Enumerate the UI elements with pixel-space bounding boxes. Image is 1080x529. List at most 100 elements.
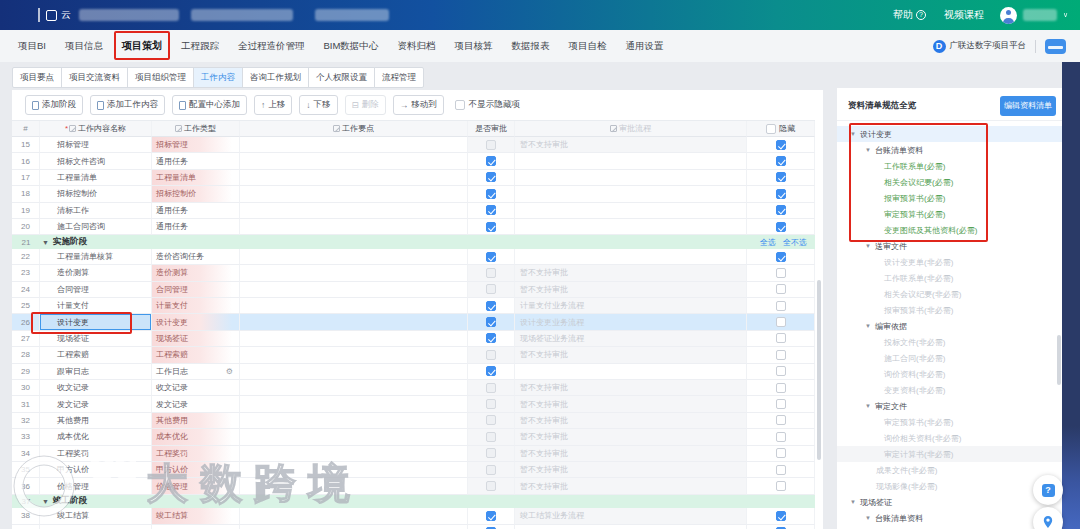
toolbar-button-1[interactable]: 添加工作内容 (90, 95, 165, 115)
work-type-cell[interactable]: 其他费用 (152, 413, 240, 429)
tree-item-12[interactable]: ▼编审依据 (837, 318, 1062, 334)
hidden-cell[interactable] (747, 203, 815, 219)
tree-item-10[interactable]: 相关会议纪要(非必需) (837, 286, 1062, 302)
tree-item-16[interactable]: 变更资料(非必需) (837, 382, 1062, 398)
work-name-cell[interactable]: 工程索赔 (40, 347, 152, 363)
approve-checkbox[interactable] (486, 268, 496, 278)
hide-hidden-checkbox[interactable]: 不显示隐藏项 (455, 99, 520, 111)
tree-item-22[interactable]: 现场影像(非必需) (837, 478, 1062, 494)
work-type-cell[interactable]: 成本优化 (152, 429, 240, 445)
video-course-link[interactable]: 视频课程 (944, 8, 984, 22)
approve-cell[interactable] (468, 462, 515, 478)
select-none-link[interactable]: 全不选 (783, 237, 807, 248)
work-points-cell[interactable] (240, 396, 468, 412)
work-type-cell[interactable]: 甲方认价 (152, 462, 240, 478)
hidden-cell[interactable] (747, 137, 815, 153)
help-float-button[interactable]: ? (1033, 475, 1063, 505)
table-row[interactable]: 27现场签证现场签证现场签证业务流程 (12, 331, 815, 347)
table-row[interactable]: 34工程奖罚工程奖罚暂不支持审批 (12, 446, 815, 462)
work-type-cell[interactable]: 工程量清单 (152, 170, 240, 186)
work-type-cell[interactable]: 通用任务 (152, 219, 240, 235)
hidden-checkbox[interactable] (776, 156, 786, 166)
table-row[interactable]: 36价格管理价格管理暂不支持审批 (12, 478, 815, 494)
approve-checkbox[interactable] (486, 317, 496, 327)
flow-cell[interactable] (515, 219, 747, 235)
table-row[interactable]: 16招标文件咨询通用任务 (12, 153, 815, 169)
toolbar-button-6[interactable]: →移动到 (393, 95, 444, 115)
toolbar-button-0[interactable]: 添加阶段 (25, 95, 83, 115)
approve-checkbox[interactable] (486, 481, 496, 491)
work-name-cell[interactable]: 价格管理 (40, 478, 152, 494)
hidden-checkbox[interactable] (776, 222, 786, 232)
work-type-cell[interactable]: 招标管理 (152, 137, 240, 153)
approve-checkbox[interactable] (486, 301, 496, 311)
approve-cell[interactable] (468, 265, 515, 281)
work-name-cell[interactable]: 发文记录 (40, 396, 152, 412)
work-points-cell[interactable] (240, 282, 468, 298)
work-name-cell[interactable]: 施工合同咨询 (40, 219, 152, 235)
hidden-checkbox[interactable] (776, 189, 786, 199)
flow-cell[interactable]: 暂不支持审批 (515, 347, 747, 363)
work-points-cell[interactable] (240, 153, 468, 169)
sub-tab-5[interactable]: 个人权限设置 (308, 67, 375, 88)
work-points-cell[interactable] (240, 525, 468, 529)
work-points-cell[interactable] (240, 170, 468, 186)
flow-cell[interactable]: 暂不支持审批 (515, 462, 747, 478)
work-name-cell[interactable]: 其他费用 (40, 413, 152, 429)
hidden-cell[interactable] (747, 446, 815, 462)
toolbar-button-5[interactable]: ⊟删除 (345, 95, 386, 115)
collapse-arrow-icon[interactable]: ▼ (42, 498, 49, 505)
tree-item-21[interactable]: 成果文件(非必需) (837, 462, 1062, 478)
flow-cell[interactable]: 暂不支持审批 (515, 478, 747, 494)
nav-tab-8[interactable]: 数据报表 (511, 40, 549, 53)
hidden-cell[interactable] (747, 364, 815, 380)
work-name-cell[interactable]: 清标工作 (40, 203, 152, 219)
work-type-cell[interactable]: 价格管理 (152, 478, 240, 494)
table-row[interactable]: 18招标控制价招标控制价 (12, 186, 815, 202)
table-group-row[interactable]: 21▼实施阶段全选全不选 (12, 235, 815, 249)
table-group-row[interactable]: 37▼竣工阶段 (12, 495, 815, 509)
hidden-checkbox[interactable] (776, 366, 786, 376)
flow-cell[interactable] (515, 153, 747, 169)
tree-item-20[interactable]: 审定计算书(非必需) (837, 446, 1062, 462)
work-points-cell[interactable] (240, 331, 468, 347)
approve-cell[interactable] (468, 219, 515, 235)
flow-cell[interactable] (515, 364, 747, 380)
flow-cell[interactable]: 竣工结算业务流程 (515, 508, 747, 524)
approve-cell[interactable] (468, 347, 515, 363)
table-row[interactable] (12, 525, 815, 529)
approve-checkbox[interactable] (486, 284, 496, 294)
approve-cell[interactable] (468, 331, 515, 347)
hidden-checkbox[interactable] (776, 252, 786, 262)
work-points-cell[interactable] (240, 347, 468, 363)
work-type-cell[interactable]: 招标控制价 (152, 186, 240, 202)
work-points-cell[interactable] (240, 413, 468, 429)
table-scrollbar[interactable] (817, 280, 821, 460)
hidden-checkbox[interactable] (776, 205, 786, 215)
tree-item-23[interactable]: ▼现场签证 (837, 494, 1062, 510)
work-name-cell[interactable]: 招标控制价 (40, 186, 152, 202)
work-points-cell[interactable] (240, 462, 468, 478)
work-type-cell[interactable]: 发文记录 (152, 396, 240, 412)
flow-cell[interactable]: 计量支付业务流程 (515, 298, 747, 314)
table-row[interactable]: 28工程索赔工程索赔暂不支持审批 (12, 347, 815, 363)
work-name-cell[interactable]: 造价测算 (40, 265, 152, 281)
flow-cell[interactable]: 暂不支持审批 (515, 413, 747, 429)
nav-tab-5[interactable]: BIM数据中心 (323, 40, 378, 53)
hidden-checkbox[interactable] (776, 383, 786, 393)
tree-item-8[interactable]: 设计变更单(非必需) (837, 254, 1062, 270)
work-type-cell[interactable]: 设计变更 (152, 314, 240, 330)
hidden-cell[interactable] (747, 413, 815, 429)
flow-cell[interactable] (515, 170, 747, 186)
hidden-cell[interactable] (747, 153, 815, 169)
toolbar-button-2[interactable]: 配置中心添加 (172, 95, 247, 115)
hidden-cell[interactable] (747, 462, 815, 478)
hidden-checkbox[interactable] (776, 399, 786, 409)
tree-item-18[interactable]: 审定预算书(非必需) (837, 414, 1062, 430)
nav-tab-3[interactable]: 工程跟踪 (181, 40, 219, 53)
table-row[interactable]: 38竣工结算竣工结算竣工结算业务流程 (12, 508, 815, 524)
approve-checkbox[interactable] (486, 399, 496, 409)
help-icon[interactable]: ? (916, 10, 926, 20)
table-row[interactable]: 19清标工作通用任务 (12, 203, 815, 219)
tree-item-13[interactable]: 投标文件(非必需) (837, 334, 1062, 350)
